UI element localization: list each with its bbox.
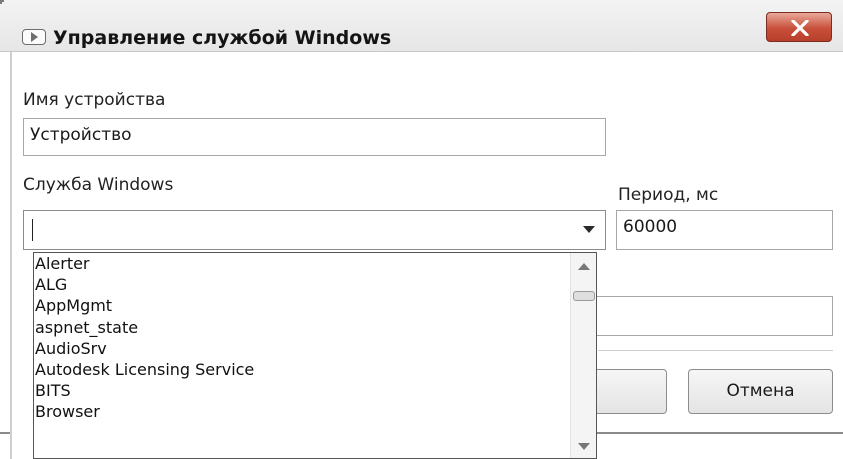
window-bottom-edge-right — [597, 432, 843, 434]
window-bottom-edge — [0, 432, 10, 434]
close-icon — [791, 20, 809, 36]
list-item[interactable]: Alerter — [34, 253, 596, 274]
service-dropdown-list[interactable]: Alerter ALG AppMgmt aspnet_state AudioSr… — [33, 252, 597, 459]
extra-input[interactable] — [597, 296, 833, 336]
window-app-icon — [22, 29, 46, 45]
list-item[interactable]: aspnet_state — [34, 317, 596, 338]
close-button[interactable] — [766, 12, 832, 42]
title-bar[interactable]: Управление службой Windows — [0, 0, 843, 52]
list-item[interactable]: Browser — [34, 401, 596, 422]
list-item[interactable]: Autodesk Licensing Service — [34, 359, 596, 380]
text-caret — [32, 219, 33, 241]
cancel-button[interactable]: Отмена — [688, 369, 833, 414]
service-label: Служба Windows — [23, 175, 174, 195]
device-name-label: Имя устройства — [23, 90, 166, 110]
period-input[interactable]: 60000 — [616, 210, 833, 250]
list-item[interactable]: ALG — [34, 274, 596, 295]
chevron-down-icon[interactable] — [583, 226, 595, 233]
list-item[interactable]: AudioSrv — [34, 338, 596, 359]
list-item[interactable]: AppMgmt — [34, 295, 596, 316]
device-name-input[interactable]: Устройство — [23, 118, 606, 156]
button-separator — [598, 350, 833, 351]
window-corner — [0, 0, 4, 4]
scroll-down-icon[interactable] — [578, 443, 590, 450]
window-title: Управление службой Windows — [53, 27, 392, 49]
period-label: Период, мс — [618, 185, 719, 205]
list-item[interactable]: BITS — [34, 380, 596, 401]
dropdown-scrollbar[interactable] — [570, 253, 596, 458]
service-combobox[interactable] — [23, 210, 606, 250]
scroll-up-icon[interactable] — [578, 263, 590, 270]
scroll-thumb[interactable] — [573, 291, 595, 301]
dialog-window: Управление службой Windows Имя устройств… — [0, 0, 843, 459]
